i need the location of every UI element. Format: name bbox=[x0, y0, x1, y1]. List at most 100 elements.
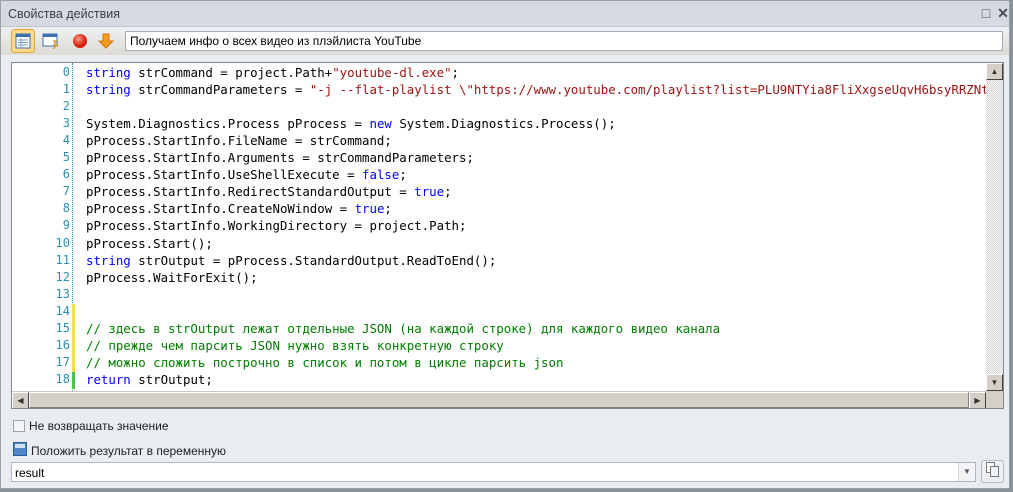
copy-button[interactable] bbox=[981, 460, 1004, 483]
code-line[interactable]: pProcess.WaitForExit(); bbox=[86, 270, 258, 285]
horizontal-scrollbar[interactable]: ◀ ▶ bbox=[12, 391, 986, 408]
keyword-token: string bbox=[86, 82, 131, 98]
line-number: 8 bbox=[62, 201, 70, 216]
line-number: 6 bbox=[62, 167, 70, 182]
code-line[interactable]: pProcess.StartInfo.RedirectStandardOutpu… bbox=[86, 184, 452, 199]
code-line[interactable]: pProcess.Start(); bbox=[86, 236, 213, 251]
comment-token: // здесь в strOutput лежат отдельные JSO… bbox=[86, 320, 721, 336]
change-marker bbox=[72, 303, 75, 321]
close-icon[interactable]: ✕ bbox=[995, 5, 1011, 21]
code-view-icon[interactable] bbox=[11, 29, 35, 53]
keyword-token: false bbox=[362, 167, 400, 183]
line-number: 17 bbox=[55, 354, 70, 369]
store-result-option: Положить результат в переменную bbox=[13, 442, 226, 459]
line-number: 14 bbox=[55, 303, 70, 318]
code-token: ; bbox=[399, 167, 407, 183]
line-number: 3 bbox=[62, 116, 70, 131]
toolbar bbox=[1, 28, 1009, 55]
code-token: System.Diagnostics.Process(); bbox=[391, 116, 616, 132]
code-token: System.Diagnostics.Process pProcess = bbox=[86, 116, 370, 132]
code-line[interactable]: System.Diagnostics.Process pProcess = ne… bbox=[86, 116, 616, 131]
line-number: 0 bbox=[62, 65, 70, 79]
keyword-token: true bbox=[354, 201, 385, 217]
code-area[interactable]: 0 1 2 3 4 5 6 7 8 9 10 11 12 13 14 15 16 17 18 string strCo… bbox=[12, 63, 1003, 391]
string-token: "-j --flat-playlist \"https://www.youtub… bbox=[309, 82, 1004, 98]
horizontal-scroll-thumb[interactable] bbox=[29, 392, 969, 408]
line-number: 18 bbox=[55, 371, 70, 386]
code-line[interactable]: string strCommand = project.Path+"youtub… bbox=[86, 65, 459, 80]
keyword-token: string bbox=[86, 252, 131, 268]
line-number: 2 bbox=[62, 99, 70, 114]
code-line[interactable]: pProcess.StartInfo.Arguments = strComman… bbox=[86, 150, 474, 165]
code-token: pProcess.StartInfo.FileName = strCommand… bbox=[86, 133, 392, 149]
change-marker bbox=[72, 320, 75, 338]
comment-token: // прежде чем парсить JSON нужно взять к… bbox=[86, 337, 504, 353]
code-editor[interactable]: 0 1 2 3 4 5 6 7 8 9 10 11 12 13 14 15 16 17 18 string strCo… bbox=[11, 62, 1004, 409]
line-number: 13 bbox=[55, 286, 70, 301]
keyword-token: true bbox=[414, 184, 445, 200]
no-return-label: Не возвращать значение bbox=[29, 419, 169, 433]
code-line[interactable]: string strOutput = pProcess.StandardOutp… bbox=[86, 253, 496, 268]
code-line[interactable]: // можно сложить построчно в список и по… bbox=[86, 355, 563, 370]
scroll-down-icon[interactable]: ▼ bbox=[986, 374, 1003, 391]
keyword-token: return bbox=[86, 371, 131, 387]
code-line[interactable]: // здесь в strOutput лежат отдельные JSO… bbox=[86, 321, 720, 336]
chevron-down-icon[interactable]: ▼ bbox=[958, 463, 975, 481]
code-token: pProcess.StartInfo.CreateNoWindow = bbox=[86, 201, 355, 217]
code-line[interactable]: pProcess.StartInfo.UseShellExecute = fal… bbox=[86, 167, 407, 182]
variable-icon bbox=[13, 442, 27, 459]
result-variable-combobox[interactable]: result bbox=[11, 462, 976, 482]
line-number: 12 bbox=[55, 269, 70, 284]
code-token: strOutput; bbox=[130, 371, 213, 387]
store-result-label: Положить результат в переменную bbox=[31, 443, 227, 458]
line-number: 4 bbox=[62, 133, 70, 148]
code-token: pProcess.Start(); bbox=[86, 235, 213, 251]
line-number: 1 bbox=[62, 82, 70, 97]
code-line[interactable]: pProcess.StartInfo.FileName = strCommand… bbox=[86, 133, 392, 148]
copy-icon bbox=[985, 462, 1000, 481]
line-number: 9 bbox=[62, 218, 70, 233]
code-token: pProcess.StartInfo.RedirectStandardOutpu… bbox=[86, 184, 415, 200]
window-title: Свойства действия bbox=[8, 7, 120, 21]
vertical-scrollbar[interactable]: ▲ ▼ bbox=[986, 63, 1003, 391]
no-return-option[interactable]: Не возвращать значение bbox=[13, 419, 169, 433]
line-number: 5 bbox=[62, 150, 70, 165]
no-return-checkbox[interactable] bbox=[13, 420, 25, 432]
code-token: strOutput = pProcess.StandardOutput.Read… bbox=[130, 252, 497, 268]
change-marker bbox=[72, 354, 75, 372]
change-marker bbox=[72, 371, 75, 389]
code-token: pProcess.StartInfo.WorkingDirectory = pr… bbox=[86, 218, 467, 234]
arrow-down-icon[interactable] bbox=[94, 29, 118, 53]
code-line[interactable]: pProcess.StartInfo.CreateNoWindow = true… bbox=[86, 201, 392, 216]
line-number: 10 bbox=[55, 235, 70, 250]
scroll-up-icon[interactable]: ▲ bbox=[986, 63, 1003, 80]
comment-token: // можно сложить построчно в список и по… bbox=[86, 354, 564, 370]
code-token: strCommand = project.Path+ bbox=[130, 65, 333, 80]
maximize-icon[interactable]: □ bbox=[978, 5, 994, 21]
line-number: 7 bbox=[62, 184, 70, 199]
code-token: pProcess.StartInfo.UseShellExecute = bbox=[86, 167, 363, 183]
line-number: 11 bbox=[55, 252, 70, 267]
code-token: ; bbox=[444, 184, 452, 200]
code-token: pProcess.StartInfo.Arguments = strComman… bbox=[86, 150, 474, 166]
code-token: ; bbox=[384, 201, 392, 217]
keyword-token: new bbox=[369, 116, 392, 132]
string-token: "youtube-dl.exe" bbox=[332, 65, 452, 80]
line-number: 15 bbox=[55, 320, 70, 335]
code-token: strCommandParameters = bbox=[130, 82, 310, 98]
scroll-left-icon[interactable]: ◀ bbox=[12, 392, 29, 408]
code-line[interactable]: return strOutput; bbox=[86, 372, 213, 387]
code-line[interactable]: string strCommandParameters = "-j --flat… bbox=[86, 82, 1004, 98]
line-number: 16 bbox=[55, 337, 70, 352]
keyword-token: string bbox=[86, 65, 131, 80]
title-bar: Свойства действия □ ✕ bbox=[1, 1, 1009, 27]
code-line[interactable]: // прежде чем парсить JSON нужно взять к… bbox=[86, 338, 504, 353]
window-settings-icon[interactable] bbox=[39, 29, 63, 53]
scroll-right-icon[interactable]: ▶ bbox=[969, 392, 986, 408]
scroll-corner bbox=[986, 391, 1003, 408]
action-name-input[interactable] bbox=[125, 31, 1003, 51]
change-marker bbox=[72, 337, 75, 355]
breakpoint-icon[interactable] bbox=[68, 29, 92, 53]
code-line[interactable]: pProcess.StartInfo.WorkingDirectory = pr… bbox=[86, 218, 466, 233]
action-properties-window: Свойства действия □ ✕ 012345678910111213… bbox=[0, 0, 1010, 489]
